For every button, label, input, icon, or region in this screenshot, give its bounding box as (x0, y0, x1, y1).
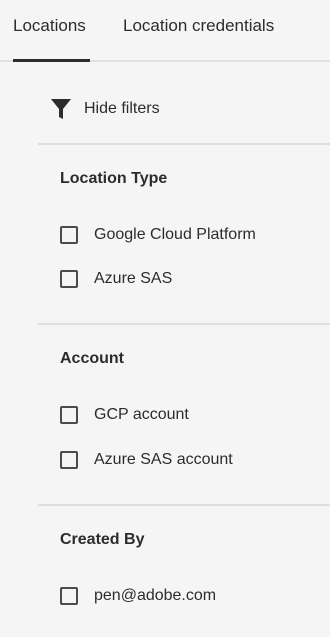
section-divider (38, 323, 330, 325)
hide-filters-label: Hide filters (84, 100, 160, 117)
location-type-heading: Location Type (60, 170, 168, 187)
section-divider (38, 504, 330, 506)
checkbox[interactable] (60, 587, 78, 605)
checkbox[interactable] (60, 406, 78, 424)
checkbox[interactable] (60, 226, 78, 244)
created-by-heading: Created By (60, 531, 145, 548)
section-divider (38, 143, 330, 145)
filter-option-gcp-account[interactable]: GCP account (60, 404, 189, 426)
option-label: Azure SAS (94, 270, 173, 287)
filter-option-azure-sas[interactable]: Azure SAS (60, 268, 172, 290)
checkbox[interactable] (60, 270, 78, 288)
filter-option-azure-sas-account[interactable]: Azure SAS account (60, 449, 233, 471)
filter-option-pen-adobe-com[interactable]: pen@adobe.com (60, 585, 216, 607)
hide-filters-button[interactable]: Hide filters (50, 96, 160, 122)
account-heading: Account (60, 350, 124, 367)
active-tab-indicator (13, 59, 90, 62)
option-label: Azure SAS account (94, 451, 233, 468)
funnel-icon (50, 97, 72, 121)
option-label: Google Cloud Platform (94, 226, 256, 243)
checkbox[interactable] (60, 451, 78, 469)
tab-locations[interactable]: Locations (13, 16, 86, 36)
option-label: pen@adobe.com (94, 587, 217, 604)
tab-bar: Locations Location credentials (0, 0, 330, 62)
tab-location-credentials[interactable]: Location credentials (123, 16, 274, 36)
filter-option-google-cloud-platform[interactable]: Google Cloud Platform (60, 224, 256, 246)
option-label: GCP account (94, 406, 189, 423)
